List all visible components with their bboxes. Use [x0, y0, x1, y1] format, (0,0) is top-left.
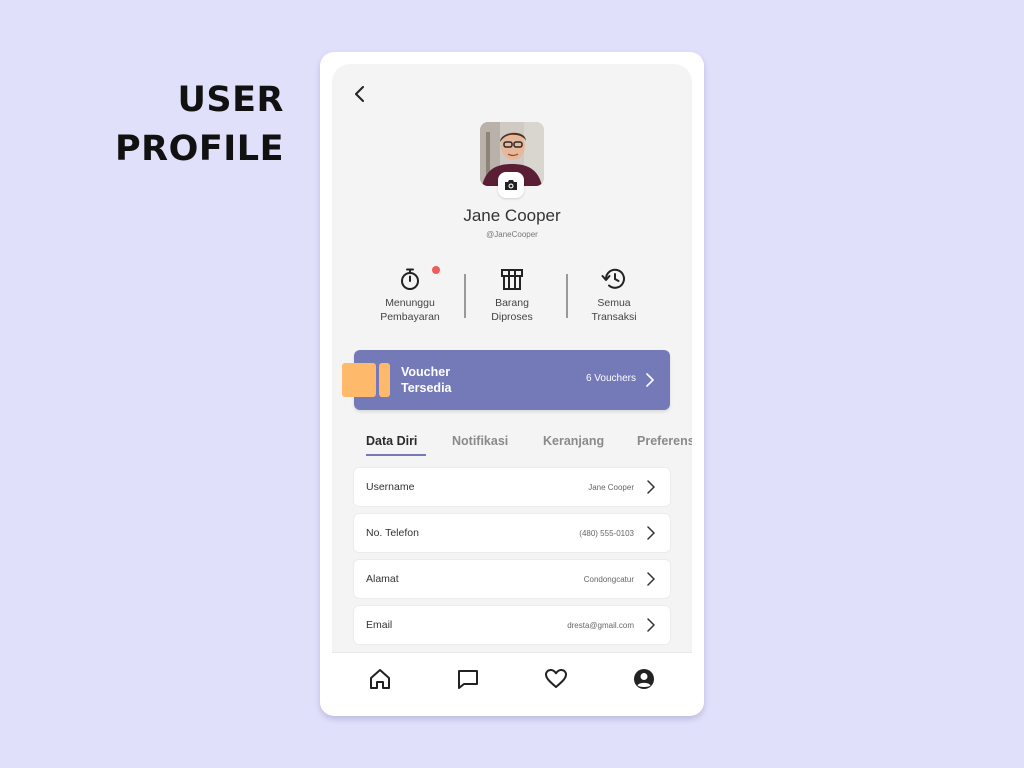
- chevron-right-icon: [647, 526, 655, 540]
- profile-screen: Jane Cooper @JaneCooper Menunggu Pembaya…: [332, 64, 692, 704]
- status-label-line-2: Transaksi: [591, 311, 637, 323]
- profile-tabs: Data Diri Notifikasi Keranjang Preferens…: [332, 428, 692, 458]
- chat-icon: [458, 670, 478, 689]
- back-button[interactable]: [348, 82, 372, 106]
- phone-frame: Jane Cooper @JaneCooper Menunggu Pembaya…: [320, 52, 704, 716]
- field-value: Jane Cooper: [588, 483, 634, 492]
- chevron-right-icon: [647, 572, 655, 586]
- change-photo-button[interactable]: [498, 172, 524, 198]
- tab-data-diri[interactable]: Data Diri: [366, 434, 417, 448]
- heart-icon: [545, 669, 567, 688]
- voucher-title-line-1: Voucher: [401, 365, 451, 379]
- field-email[interactable]: Email dresta@gmail.com: [354, 606, 670, 644]
- profile-icon: [634, 669, 654, 689]
- nav-chat-button[interactable]: [455, 666, 481, 692]
- camera-icon: [505, 180, 517, 190]
- chevron-right-icon: [646, 373, 654, 387]
- status-label-line-2: Pembayaran: [380, 311, 440, 323]
- history-icon: [601, 268, 625, 289]
- stopwatch-icon: [401, 268, 419, 290]
- voucher-card[interactable]: Voucher Tersedia 6 Vouchers: [342, 350, 670, 410]
- page-heading-line-1: USER: [177, 80, 284, 120]
- ticket-icon: [342, 363, 390, 397]
- field-value: dresta@gmail.com: [567, 621, 634, 630]
- field-label: Username: [366, 481, 415, 493]
- page-heading-line-2: PROFILE: [115, 129, 284, 169]
- user-handle: @JaneCooper: [486, 230, 538, 239]
- status-label-line-1: Menunggu: [385, 297, 435, 309]
- tab-preferensi[interactable]: Preferensi: [637, 434, 692, 448]
- field-label: No. Telefon: [366, 527, 419, 539]
- gift-box-icon: [501, 269, 523, 290]
- nav-favorites-button[interactable]: [543, 666, 569, 692]
- field-label: Email: [366, 619, 393, 631]
- voucher-title-line-2: Tersedia: [401, 381, 452, 395]
- page-heading: USER PROFILE: [115, 76, 284, 174]
- chevron-left-icon: [355, 86, 364, 102]
- field-value: Condongcatur: [583, 575, 634, 584]
- status-all-transactions[interactable]: Semua Transaksi: [564, 264, 664, 324]
- field-label: Alamat: [366, 573, 399, 585]
- nav-profile-button[interactable]: [631, 666, 657, 692]
- status-label-line-1: Barang: [495, 297, 529, 309]
- voucher-count: 6 Vouchers: [585, 373, 636, 384]
- field-value: (480) 555-0103: [579, 529, 634, 538]
- tab-notifikasi[interactable]: Notifikasi: [452, 434, 508, 448]
- bottom-navigation: [332, 652, 692, 704]
- chevron-right-icon: [647, 480, 655, 494]
- status-processing[interactable]: Barang Diproses: [462, 264, 562, 324]
- chevron-right-icon: [647, 618, 655, 632]
- tab-keranjang[interactable]: Keranjang: [543, 434, 604, 448]
- status-label-line-1: Semua: [597, 297, 631, 309]
- nav-home-button[interactable]: [367, 666, 393, 692]
- user-name: Jane Cooper: [463, 206, 561, 225]
- notification-dot: [432, 266, 440, 274]
- status-label-line-2: Diproses: [491, 311, 533, 323]
- field-address[interactable]: Alamat Condongcatur: [354, 560, 670, 598]
- active-tab-indicator: [366, 454, 426, 456]
- voucher-title: Voucher Tersedia: [401, 364, 491, 396]
- transaction-status-row: Menunggu Pembayaran Barang Diproses Semu…: [360, 264, 664, 328]
- field-phone[interactable]: No. Telefon (480) 555-0103: [354, 514, 670, 552]
- status-awaiting-payment[interactable]: Menunggu Pembayaran: [360, 264, 460, 324]
- home-icon: [370, 669, 390, 689]
- field-username[interactable]: Username Jane Cooper: [354, 468, 670, 506]
